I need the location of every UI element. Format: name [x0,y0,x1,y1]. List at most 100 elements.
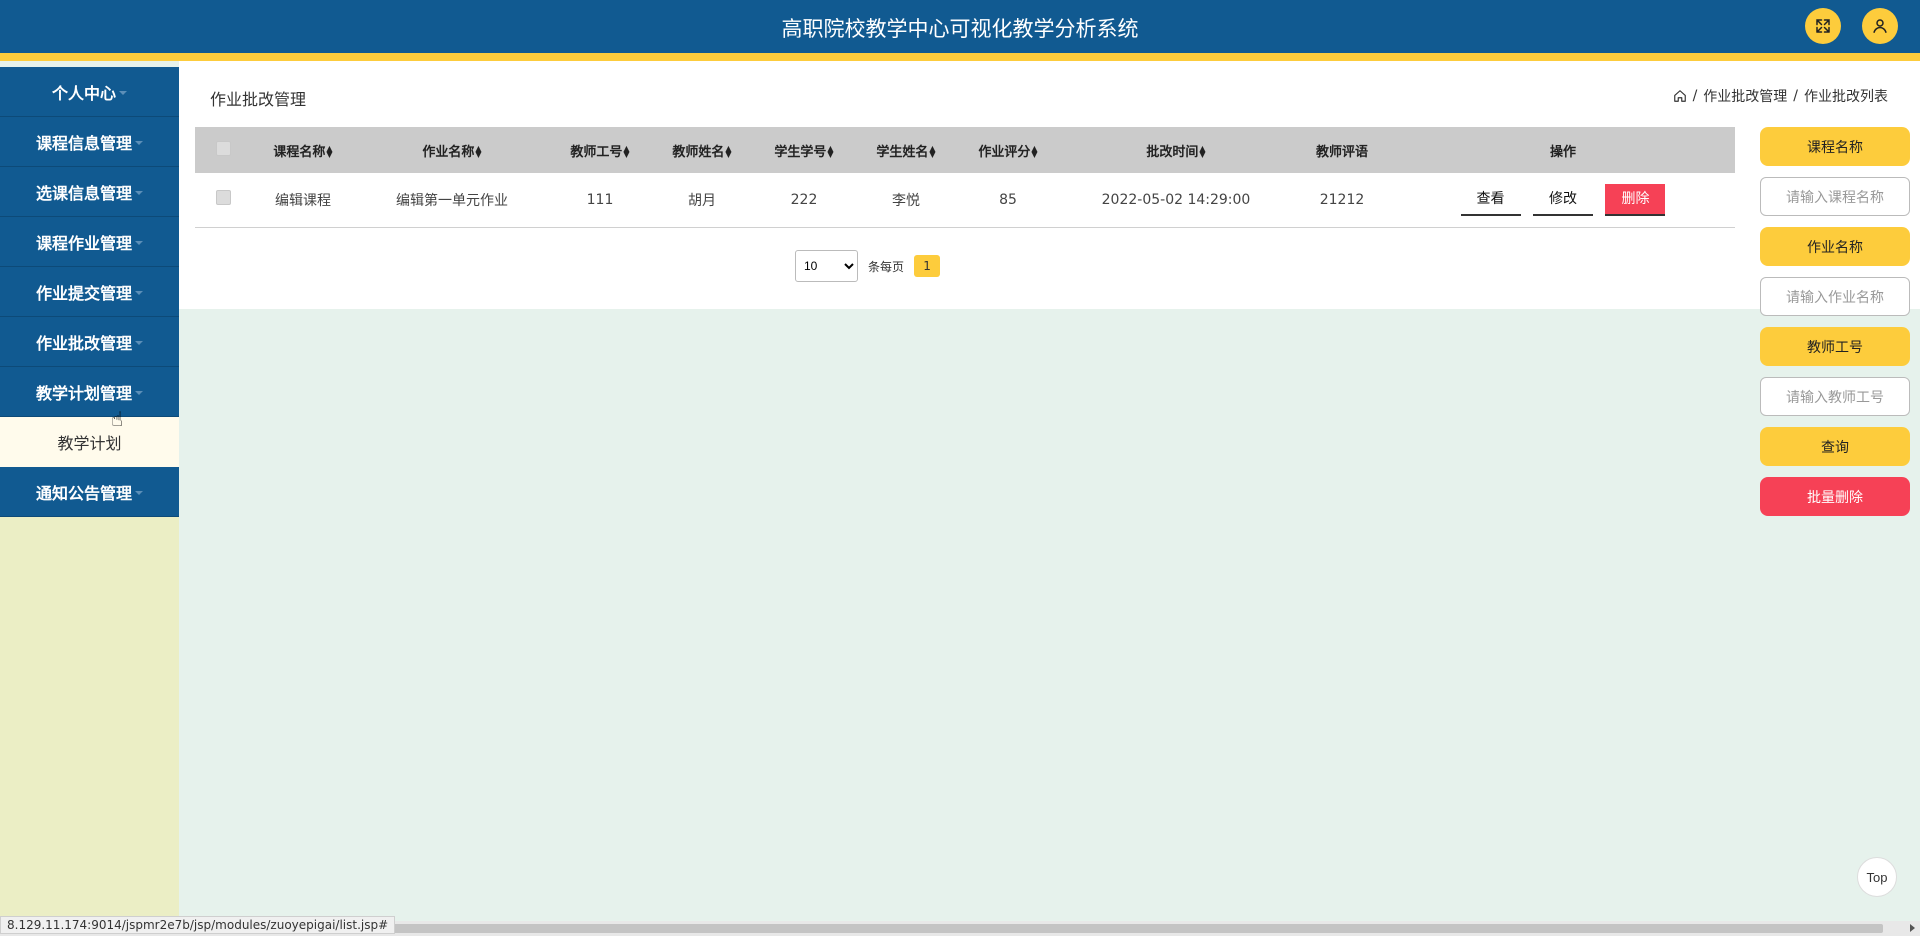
caret-down-icon [135,240,143,245]
sort-icon[interactable]: ▲ ▼ [475,145,481,159]
table-row: 编辑课程 编辑第一单元作业 111 胡月 222 李悦 85 2022-05-0… [195,173,1735,228]
query-button[interactable]: 查询 [1760,427,1910,466]
scroll-right-arrow-icon[interactable] [1910,924,1915,932]
sidebar-item-label: 个人中心 [51,83,116,103]
sidebar-item-label: 选课信息管理 [35,183,132,203]
column-header-label: 教师工号 [570,144,623,160]
breadcrumb-item-homework-review-list: 作业批改列表 [1804,89,1888,105]
app-title: 高职院校教学中心可视化教学分析系统 [781,17,1139,41]
cell-review-time: 2022-05-02 14:29:00 [1059,173,1293,228]
sidebar: 个人中心 课程信息管理 选课信息管理 课程作业管理 作业提交管理 作业批改管理 … [0,67,179,922]
page-size-label: 条每页 [868,259,905,274]
breadcrumb-separator: / [1692,88,1698,104]
column-header-teacher-id[interactable]: 教师工号▲ ▼ [549,127,651,173]
cell-homework-name: 编辑第一单元作业 [355,173,549,228]
batch-delete-button[interactable]: 批量删除 [1760,477,1910,516]
sidebar-item-notice-management[interactable]: 通知公告管理 [0,467,179,517]
cell-score: 85 [957,173,1059,228]
sort-icon[interactable]: ▲ ▼ [326,145,332,159]
caret-down-icon [135,290,143,295]
teacher-id-input[interactable]: 请输入教师工号 [1760,377,1910,416]
scrollbar-thumb[interactable] [370,924,1883,933]
sidebar-item-label: 通知公告管理 [35,483,132,503]
breadcrumb: / 作业批改管理 / 作业批改列表 [1673,86,1888,106]
pointer-cursor-icon: ☝ [111,409,124,431]
row-checkbox[interactable] [215,190,231,206]
column-header-student-id[interactable]: 学生学号▲ ▼ [753,127,855,173]
caret-down-icon [135,340,143,345]
column-header-label: 作业名称 [422,144,475,160]
table-header-row: 课程名称▲ ▼ 作业名称▲ ▼ 教师工号▲ ▼ 教师姓名▲ ▼ 学生学号▲ ▼ 学生姓名▲… [195,127,1735,173]
column-header-label: 课程名称 [273,144,326,160]
sort-icon[interactable]: ▲ ▼ [725,145,731,159]
caret-down-icon [135,140,143,145]
sort-icon[interactable]: ▲ ▼ [1031,145,1037,159]
course-name-label: 课程名称 [1760,127,1910,166]
sort-icon[interactable]: ▲ ▼ [1199,145,1205,159]
sidebar-item-homework-submission[interactable]: 作业提交管理 [0,267,179,317]
top-bar: 高职院校教学中心可视化教学分析系统 [0,0,1920,53]
column-header-label: 学生学号 [774,144,827,160]
column-header-course-name[interactable]: 课程名称▲ ▼ [251,127,355,173]
column-header-actions: 操作 [1391,127,1735,173]
cell-comment: 21212 [1293,173,1391,228]
search-panel: 课程名称 请输入课程名称 作业名称 请输入作业名称 教师工号 请输入教师工号 查… [1760,127,1910,527]
sidebar-item-label: 作业批改管理 [35,333,132,353]
sort-icon[interactable]: ▲ ▼ [929,145,935,159]
page-size-select[interactable]: 10 [795,250,858,282]
cell-teacher-id: 111 [549,173,651,228]
status-bar-url: 8.129.11.174:9014/jspmr2e7b/jsp/modules/… [0,916,396,934]
cell-student-name: 李悦 [855,173,957,228]
homework-name-label: 作业名称 [1760,227,1910,266]
back-to-top-button[interactable]: Top [1857,857,1897,897]
course-name-input[interactable]: 请输入课程名称 [1760,177,1910,216]
sidebar-item-personal-center[interactable]: 个人中心 [0,67,179,117]
sort-icon[interactable]: ▲ ▼ [827,145,833,159]
sort-icon[interactable]: ▲ ▼ [623,145,629,159]
sidebar-item-homework-review[interactable]: 作业批改管理 [0,317,179,367]
header-accent-stripe [0,53,1920,61]
cell-course-name: 编辑课程 [251,173,355,228]
cell-student-id: 222 [753,173,855,228]
sidebar-item-label: 课程作业管理 [35,233,132,253]
caret-down-icon [119,90,127,95]
column-header-score[interactable]: 作业评分▲ ▼ [957,127,1059,173]
select-all-checkbox[interactable] [215,140,231,156]
column-header-label: 教师评语 [1315,144,1368,160]
homework-review-table: 课程名称▲ ▼ 作业名称▲ ▼ 教师工号▲ ▼ 教师姓名▲ ▼ 学生学号▲ ▼ 学生姓名▲… [195,127,1735,228]
user-button[interactable] [1862,8,1898,44]
caret-down-icon [135,390,143,395]
home-icon[interactable] [1673,89,1687,103]
sidebar-item-course-info[interactable]: 课程信息管理 [0,117,179,167]
page-number-button[interactable]: 1 [914,255,941,277]
column-header-label: 作业评分 [978,144,1031,160]
column-header-label: 学生姓名 [876,144,929,160]
homework-name-input[interactable]: 请输入作业名称 [1760,277,1910,316]
cell-teacher-name: 胡月 [651,173,753,228]
column-header-teacher-name[interactable]: 教师姓名▲ ▼ [651,127,753,173]
caret-down-icon [135,190,143,195]
pagination: 10 条每页 1 [795,250,941,282]
cell-actions: 查看 修改 删除 [1391,173,1735,228]
teacher-id-label: 教师工号 [1760,327,1910,366]
column-header-homework-name[interactable]: 作业名称▲ ▼ [355,127,549,173]
sidebar-item-teaching-plan-management[interactable]: 教学计划管理 [0,367,179,417]
column-header-label: 批改时间 [1146,144,1199,160]
column-header-label: 操作 [1549,144,1576,160]
sidebar-item-label: 课程信息管理 [35,133,132,153]
column-header-review-time[interactable]: 批改时间▲ ▼ [1059,127,1293,173]
delete-button[interactable]: 删除 [1605,183,1666,216]
sidebar-item-course-homework[interactable]: 课程作业管理 [0,217,179,267]
sidebar-item-course-selection[interactable]: 选课信息管理 [0,167,179,217]
sidebar-subitem-teaching-plan[interactable]: 教学计划 [0,417,179,467]
breadcrumb-separator: / [1793,88,1798,104]
edit-button[interactable]: 修改 [1533,183,1593,216]
row-select-cell [195,173,251,228]
page-title: 作业批改管理 [210,90,307,109]
column-header-student-name[interactable]: 学生姓名▲ ▼ [855,127,957,173]
user-icon [1873,19,1887,33]
view-button[interactable]: 查看 [1460,183,1521,216]
caret-down-icon [135,490,143,495]
fullscreen-button[interactable] [1805,8,1841,44]
breadcrumb-item-homework-review[interactable]: 作业批改管理 [1703,86,1787,106]
